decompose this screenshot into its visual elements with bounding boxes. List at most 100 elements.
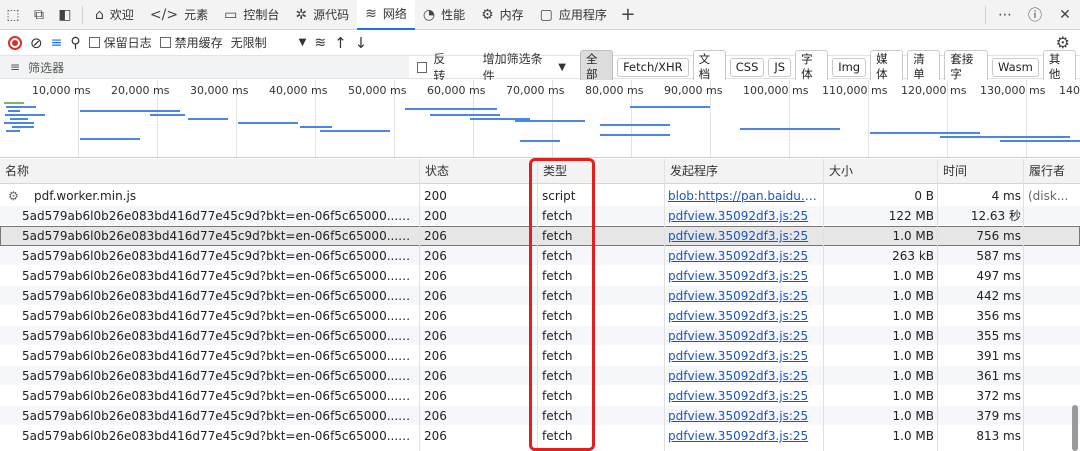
initiator-link[interactable]: blob:https://pan.baidu.co... — [668, 186, 818, 206]
filter-chip[interactable]: Wasm — [992, 57, 1039, 77]
column-header[interactable]: 大小 — [823, 159, 937, 184]
table-row[interactable]: ⚙ pdf.worker.min.js 200 script blob:https://… — [0, 186, 1080, 206]
record-button[interactable] — [4, 30, 26, 56]
initiator-link[interactable]: pdfview.35092df3.js:25 — [668, 366, 818, 386]
filter-chip[interactable]: 文档 — [692, 50, 726, 84]
initiator-link[interactable]: pdfview.35092df3.js:25 — [668, 206, 818, 226]
initiator-link[interactable]: pdfview.35092df3.js:25 — [668, 426, 818, 446]
tab-label: 性能 — [441, 8, 466, 22]
filter-chip[interactable]: CSS — [729, 57, 765, 77]
inspect-element-icon[interactable]: ⬚ — [0, 0, 26, 30]
initiator-link[interactable]: pdfview.35092df3.js:25 — [668, 246, 818, 266]
tab-bug[interactable]: ✲ 源代码 — [287, 0, 357, 30]
chevron-down-icon: ▼ — [558, 61, 566, 73]
search-button[interactable]: ⚲ — [66, 30, 84, 56]
column-divider — [664, 159, 665, 451]
time-cell: 497 ms — [976, 269, 1021, 283]
table-row[interactable]: 5ad579ab6l0b26e083bd416d77e45c9d?bkt=en-… — [0, 386, 1080, 406]
column-header[interactable]: 状态 — [419, 159, 537, 184]
throttle-select[interactable]: 无限制 ▼ — [227, 30, 311, 56]
table-row[interactable]: 5ad579ab6l0b26e083bd416d77e45c9d?bkt=en-… — [0, 206, 1080, 226]
size-cell: 1.0 MB — [892, 229, 934, 243]
timeline-request-bar — [10, 118, 28, 120]
table-row[interactable]: 5ad579ab6l0b26e083bd416d77e45c9d?bkt=en-… — [0, 306, 1080, 326]
column-header[interactable]: 类型 — [537, 159, 664, 184]
help-icon[interactable]: ⓘ — [1020, 0, 1050, 30]
status-cell: 200 — [424, 209, 447, 223]
invert-checkbox[interactable]: 反转 — [409, 52, 465, 83]
dock-sidebar-icon[interactable]: ◧ — [52, 0, 78, 30]
filter-chip[interactable]: Img — [832, 57, 867, 77]
filter-input[interactable]: ≡ 筛选器 — [0, 56, 409, 78]
export-har-button[interactable]: ↓ — [351, 30, 372, 56]
timeline-request-bar — [405, 108, 497, 110]
initiator-link[interactable]: pdfview.35092df3.js:25 — [668, 346, 818, 366]
tab-memory[interactable]: ⚙ 内存 — [473, 0, 532, 30]
type-cell: fetch — [542, 389, 573, 403]
tab-application[interactable]: ▢ 应用程序 — [532, 0, 615, 30]
column-header[interactable]: 履行者 — [1023, 159, 1080, 184]
initiator-link[interactable]: pdfview.35092df3.js:25 — [668, 326, 818, 346]
table-row[interactable]: 5ad579ab6l0b26e083bd416d77e45c9d?bkt=en-… — [0, 246, 1080, 266]
timeline-tick-label: 20,000 ms — [111, 84, 170, 97]
table-row[interactable]: 5ad579ab6l0b26e083bd416d77e45c9d?bkt=en-… — [0, 366, 1080, 386]
timeline-tick-label: 40,000 ms — [269, 84, 328, 97]
filter-chip[interactable]: 清单 — [907, 50, 941, 84]
initiator-link[interactable]: pdfview.35092df3.js:25 — [668, 286, 818, 306]
time-cell: 356 ms — [976, 309, 1021, 323]
scrollbar-thumb[interactable] — [1072, 405, 1078, 451]
network-conditions-button[interactable]: ≋ — [310, 30, 330, 56]
table-row[interactable]: 5ad579ab6l0b26e083bd416d77e45c9d?bkt=en-… — [0, 286, 1080, 306]
table-row[interactable]: 5ad579ab6l0b26e083bd416d77e45c9d?bkt=en-… — [0, 266, 1080, 286]
timeline-overview[interactable]: 10,000 ms 20,000 ms 30,000 ms 40,000 ms 50,0… — [0, 80, 1080, 158]
table-row[interactable]: 5ad579ab6l0b26e083bd416d77e45c9d?bkt=en-… — [0, 406, 1080, 426]
status-cell: 206 — [424, 249, 447, 263]
filter-chip[interactable]: 套接字 — [944, 50, 988, 84]
disable-cache-checkbox[interactable]: 禁用缓存 — [156, 30, 227, 56]
table-row[interactable]: 5ad579ab6l0b26e083bd416d77e45c9d?bkt=en-… — [0, 226, 1080, 246]
throttle-value: 无限制 — [230, 36, 267, 50]
filter-chip[interactable]: 全部 — [579, 50, 614, 84]
filter-chip[interactable]: Fetch/XHR — [617, 57, 689, 77]
device-emulation-icon[interactable]: ⧉ — [26, 0, 52, 30]
table-row[interactable]: 5ad579ab6l0b26e083bd416d77e45c9d?bkt=en-… — [0, 326, 1080, 346]
tab-console[interactable]: ▭ 控制台 — [216, 0, 287, 30]
add-tab-icon[interactable]: + — [615, 0, 641, 30]
timeline-tick-label: 140,0 — [1059, 84, 1080, 97]
more-filters-dropdown[interactable]: 增加筛选条件 ▼ — [475, 52, 574, 83]
checkbox-box — [88, 37, 100, 48]
memory-icon: ⚙ — [481, 6, 494, 23]
initiator-link[interactable]: pdfview.35092df3.js:25 — [668, 386, 818, 406]
filter-chip[interactable]: JS — [768, 57, 792, 77]
table-row[interactable]: 5ad579ab6l0b26e083bd416d77e45c9d?bkt=en-… — [0, 426, 1080, 446]
initiator-link[interactable]: pdfview.35092df3.js:25 — [668, 266, 818, 286]
initiator-link[interactable]: pdfview.35092df3.js:25 — [668, 406, 818, 426]
request-name: 5ad579ab6l0b26e083bd416d77e45c9d?bkt=en-… — [22, 249, 414, 263]
tab-home[interactable]: ⌂ 欢迎 — [87, 0, 142, 30]
download-icon: ↓ — [354, 33, 368, 52]
more-options-icon[interactable]: ⋯ — [990, 0, 1020, 30]
initiator-link[interactable]: pdfview.35092df3.js:25 — [668, 306, 818, 326]
close-icon[interactable]: ✕ — [1050, 0, 1080, 30]
request-name: 5ad579ab6l0b26e083bd416d77e45c9d?bkt=en-… — [22, 349, 414, 363]
column-header[interactable]: 名称 — [0, 159, 419, 184]
column-header[interactable]: 时间 — [937, 159, 1023, 184]
tab-code[interactable]: </> 元素 — [142, 0, 216, 30]
tab-performance[interactable]: ◔ 性能 — [415, 0, 473, 30]
clear-button[interactable]: ⊘ — [26, 30, 47, 56]
request-name: 5ad579ab6l0b26e083bd416d77e45c9d?bkt=en-… — [22, 209, 414, 223]
import-har-button[interactable]: ↑ — [330, 30, 351, 56]
tab-wifi[interactable]: ≋ 网络 — [357, 0, 415, 30]
preserve-log-checkbox[interactable]: 保留日志 — [85, 30, 156, 56]
column-header[interactable]: 发起程序 — [664, 159, 823, 184]
filter-icon: ≡ — [10, 60, 21, 74]
type-cell: fetch — [542, 209, 573, 223]
timeline-request-bar — [238, 122, 298, 124]
invert-label: 反转 — [433, 52, 446, 83]
initiator-link[interactable]: pdfview.35092df3.js:25 — [668, 226, 818, 246]
filter-toggle-button[interactable]: ≡ — [47, 30, 67, 56]
table-row[interactable]: 5ad579ab6l0b26e083bd416d77e45c9d?bkt=en-… — [0, 346, 1080, 366]
filter-chip[interactable]: 字体 — [795, 50, 829, 84]
filter-chip[interactable]: 媒体 — [870, 50, 904, 84]
filter-chip[interactable]: 其他 — [1042, 50, 1076, 84]
